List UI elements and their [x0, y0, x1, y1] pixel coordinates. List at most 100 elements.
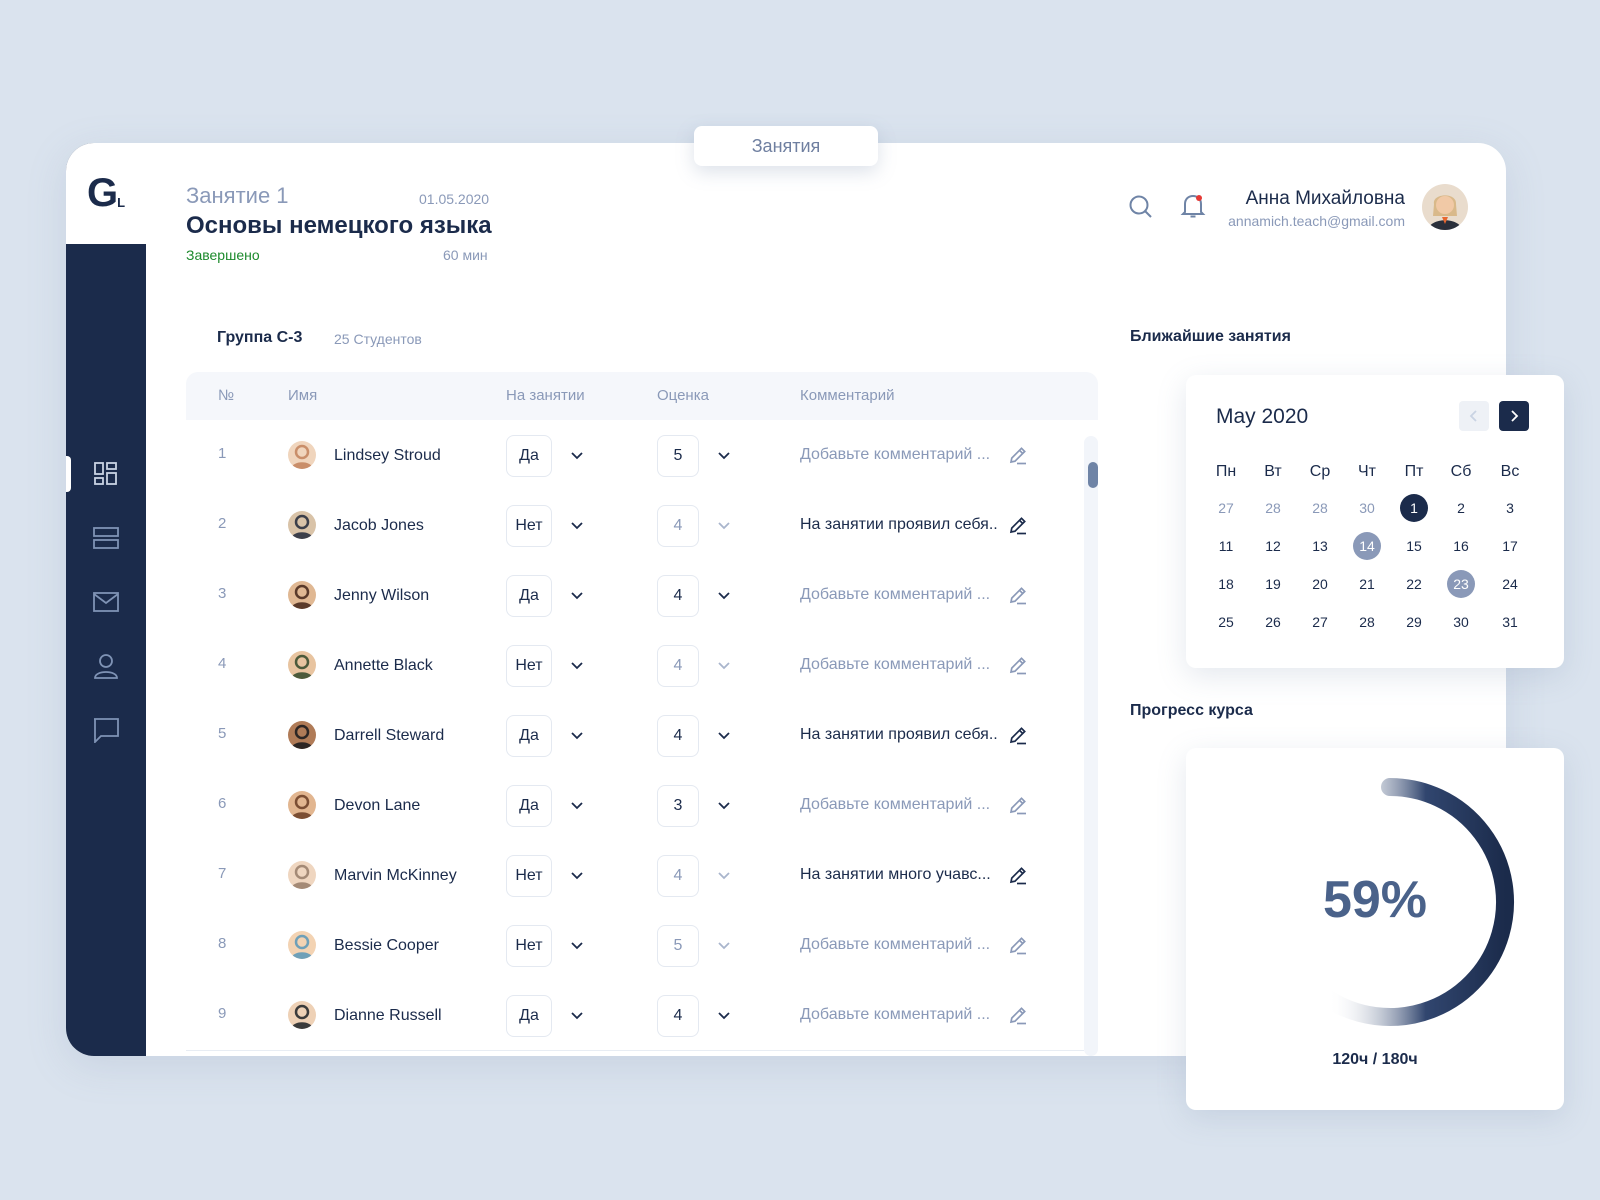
sidebar-item-profile[interactable]	[90, 650, 122, 682]
edit-icon[interactable]	[1008, 655, 1028, 675]
attendance-select[interactable]: Да	[506, 435, 552, 477]
calendar-day[interactable]: 13	[1306, 532, 1334, 560]
grade-select[interactable]: 4	[657, 645, 699, 687]
calendar-day[interactable]: 28	[1353, 608, 1381, 636]
calendar-day[interactable]: 3	[1496, 494, 1524, 522]
sidebar-item-mail[interactable]	[90, 586, 122, 618]
calendar-day[interactable]: 27	[1306, 608, 1334, 636]
student-name[interactable]: Jenny Wilson	[334, 587, 429, 605]
calendar-day[interactable]: 28	[1306, 494, 1334, 522]
student-name[interactable]: Bessie Cooper	[334, 937, 439, 955]
scrollbar-track[interactable]	[1084, 436, 1098, 1056]
edit-icon[interactable]	[1008, 795, 1028, 815]
attendance-select[interactable]: Нет	[506, 505, 552, 547]
calendar-day[interactable]: 2	[1447, 494, 1475, 522]
grade-select[interactable]: 3	[657, 785, 699, 827]
chevron-down-icon[interactable]	[717, 798, 731, 812]
calendar-day[interactable]: 23	[1447, 570, 1475, 598]
chevron-down-icon[interactable]	[570, 1008, 584, 1022]
attendance-select[interactable]: Нет	[506, 925, 552, 967]
sidebar-item-dashboard[interactable]	[90, 458, 122, 490]
comment-text[interactable]: На занятии проявил себя..	[800, 726, 998, 744]
search-icon[interactable]	[1128, 194, 1154, 220]
avatar[interactable]	[1422, 184, 1468, 230]
calendar-day[interactable]: 29	[1400, 608, 1428, 636]
grade-select[interactable]: 4	[657, 855, 699, 897]
scrollbar-thumb[interactable]	[1088, 462, 1098, 488]
student-name[interactable]: Marvin McKinney	[334, 867, 457, 885]
calendar-next-button[interactable]	[1499, 401, 1529, 431]
calendar-day[interactable]: 24	[1496, 570, 1524, 598]
comment-text[interactable]: Добавьте комментарий ...	[800, 936, 990, 954]
calendar-day[interactable]: 20	[1306, 570, 1334, 598]
chevron-down-icon[interactable]	[570, 448, 584, 462]
comment-text[interactable]: На занятии много учавс...	[800, 866, 991, 884]
comment-text[interactable]: На занятии проявил себя..	[800, 516, 998, 534]
chevron-down-icon[interactable]	[570, 728, 584, 742]
calendar-day[interactable]: 19	[1259, 570, 1287, 598]
chevron-down-icon[interactable]	[570, 798, 584, 812]
student-name[interactable]: Annette Black	[334, 657, 433, 675]
chevron-down-icon[interactable]	[717, 588, 731, 602]
comment-text[interactable]: Добавьте комментарий ...	[800, 656, 990, 674]
student-name[interactable]: Dianne Russell	[334, 1007, 442, 1025]
edit-icon[interactable]	[1008, 585, 1028, 605]
edit-icon[interactable]	[1008, 865, 1028, 885]
chevron-down-icon[interactable]	[570, 938, 584, 952]
calendar-day[interactable]: 12	[1259, 532, 1287, 560]
calendar-day[interactable]: 11	[1212, 532, 1240, 560]
attendance-select[interactable]: Нет	[506, 645, 552, 687]
chevron-down-icon[interactable]	[717, 868, 731, 882]
calendar-day[interactable]: 17	[1496, 532, 1524, 560]
calendar-day[interactable]: 1	[1400, 494, 1428, 522]
grade-select[interactable]: 4	[657, 575, 699, 617]
attendance-select[interactable]: Да	[506, 575, 552, 617]
comment-text[interactable]: Добавьте комментарий ...	[800, 796, 990, 814]
chevron-down-icon[interactable]	[570, 588, 584, 602]
calendar-day[interactable]: 27	[1212, 494, 1240, 522]
student-name[interactable]: Devon Lane	[334, 797, 420, 815]
calendar-prev-button[interactable]	[1459, 401, 1489, 431]
logo[interactable]: G L	[66, 143, 146, 244]
calendar-day[interactable]: 16	[1447, 532, 1475, 560]
attendance-select[interactable]: Нет	[506, 855, 552, 897]
grade-select[interactable]: 5	[657, 435, 699, 477]
calendar-day[interactable]: 14	[1353, 532, 1381, 560]
calendar-day[interactable]: 25	[1212, 608, 1240, 636]
bell-icon[interactable]	[1180, 193, 1206, 219]
calendar-day[interactable]: 26	[1259, 608, 1287, 636]
chevron-down-icon[interactable]	[717, 938, 731, 952]
chevron-down-icon[interactable]	[717, 728, 731, 742]
grade-select[interactable]: 4	[657, 505, 699, 547]
chevron-down-icon[interactable]	[717, 448, 731, 462]
attendance-select[interactable]: Да	[506, 785, 552, 827]
sidebar-item-list[interactable]	[90, 522, 122, 554]
chevron-down-icon[interactable]	[717, 1008, 731, 1022]
attendance-select[interactable]: Да	[506, 995, 552, 1037]
edit-icon[interactable]	[1008, 725, 1028, 745]
student-name[interactable]: Darrell Steward	[334, 727, 444, 745]
edit-icon[interactable]	[1008, 515, 1028, 535]
calendar-day[interactable]: 28	[1259, 494, 1287, 522]
chevron-down-icon[interactable]	[717, 658, 731, 672]
tab-lessons[interactable]: Занятия	[694, 126, 878, 166]
chevron-down-icon[interactable]	[717, 518, 731, 532]
grade-select[interactable]: 4	[657, 995, 699, 1037]
calendar-day[interactable]: 22	[1400, 570, 1428, 598]
chevron-down-icon[interactable]	[570, 658, 584, 672]
calendar-day[interactable]: 21	[1353, 570, 1381, 598]
student-name[interactable]: Lindsey Stroud	[334, 447, 441, 465]
comment-text[interactable]: Добавьте комментарий ...	[800, 586, 990, 604]
comment-text[interactable]: Добавьте комментарий ...	[800, 446, 990, 464]
chevron-down-icon[interactable]	[570, 518, 584, 532]
chevron-down-icon[interactable]	[570, 868, 584, 882]
grade-select[interactable]: 5	[657, 925, 699, 967]
attendance-select[interactable]: Да	[506, 715, 552, 757]
edit-icon[interactable]	[1008, 445, 1028, 465]
sidebar-item-chat[interactable]	[90, 714, 122, 746]
grade-select[interactable]: 4	[657, 715, 699, 757]
edit-icon[interactable]	[1008, 935, 1028, 955]
calendar-day[interactable]: 30	[1447, 608, 1475, 636]
comment-text[interactable]: Добавьте комментарий ...	[800, 1006, 990, 1024]
calendar-day[interactable]: 31	[1496, 608, 1524, 636]
